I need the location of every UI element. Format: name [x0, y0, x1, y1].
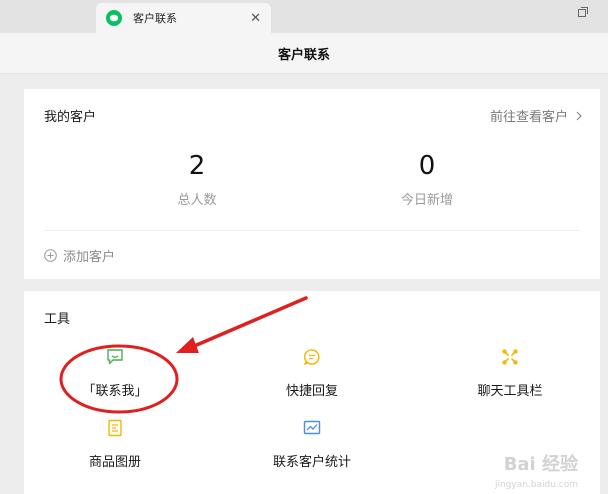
chat-bubble-icon	[107, 349, 123, 365]
total-customers-value: 2	[188, 151, 206, 181]
tool-quick-reply[interactable]: 快捷回复	[237, 348, 387, 399]
wecom-logo-icon	[106, 10, 122, 26]
stats-chart-icon	[303, 420, 321, 435]
chevron-right-icon	[576, 111, 582, 120]
tab-customer-contact[interactable]: 客户联系 ✕	[96, 3, 271, 33]
tool-quick-reply-label: 快捷回复	[285, 384, 338, 399]
tab-bar: 客户联系 ✕	[0, 0, 608, 33]
baidu-watermark-url: jingyan.baidu.com	[494, 480, 578, 490]
tool-product-album-label: 商品图册	[88, 455, 141, 470]
tools-title: 工具	[44, 312, 71, 327]
new-today-stat: 0 今日新增	[347, 152, 507, 208]
total-customers-stat: 2 总人数	[117, 152, 277, 208]
my-customers-title: 我的客户	[44, 110, 97, 125]
tool-contact-me[interactable]: 「联系我」	[40, 348, 190, 399]
page-title: 客户联系	[277, 47, 330, 63]
tool-contact-stats-label: 联系客户统计	[272, 455, 351, 470]
new-today-label: 今日新增	[400, 193, 453, 208]
baidu-watermark: Bai 经验	[503, 454, 578, 475]
close-icon[interactable]: ✕	[250, 12, 261, 25]
tool-contact-me-label: 「联系我」	[82, 384, 148, 399]
page-header: 客户联系	[0, 33, 608, 74]
my-customers-card: 我的客户 前往查看客户 2 总人数 0 今日新增 添加客户	[24, 89, 600, 279]
toolbar-icon	[502, 349, 518, 365]
view-customers-link[interactable]: 前往查看客户	[490, 106, 582, 125]
tool-chat-toolbar[interactable]: 聊天工具栏	[435, 348, 585, 399]
tool-contact-stats[interactable]: 联系客户统计	[237, 419, 387, 470]
tool-product-album[interactable]: 商品图册	[40, 419, 190, 470]
popout-window-icon[interactable]	[578, 2, 588, 21]
tool-chat-toolbar-label: 聊天工具栏	[477, 384, 543, 399]
album-icon	[108, 419, 122, 437]
view-customers-label: 前往查看客户	[489, 110, 568, 125]
total-customers-label: 总人数	[177, 193, 217, 208]
divider	[44, 230, 580, 231]
new-today-value: 0	[418, 151, 436, 181]
add-customer-label: 添加客户	[63, 250, 116, 265]
add-circle-icon	[44, 249, 57, 262]
add-customer-button[interactable]: 添加客户	[44, 246, 115, 265]
quick-reply-icon	[303, 349, 320, 366]
tab-title: 客户联系	[133, 12, 177, 25]
